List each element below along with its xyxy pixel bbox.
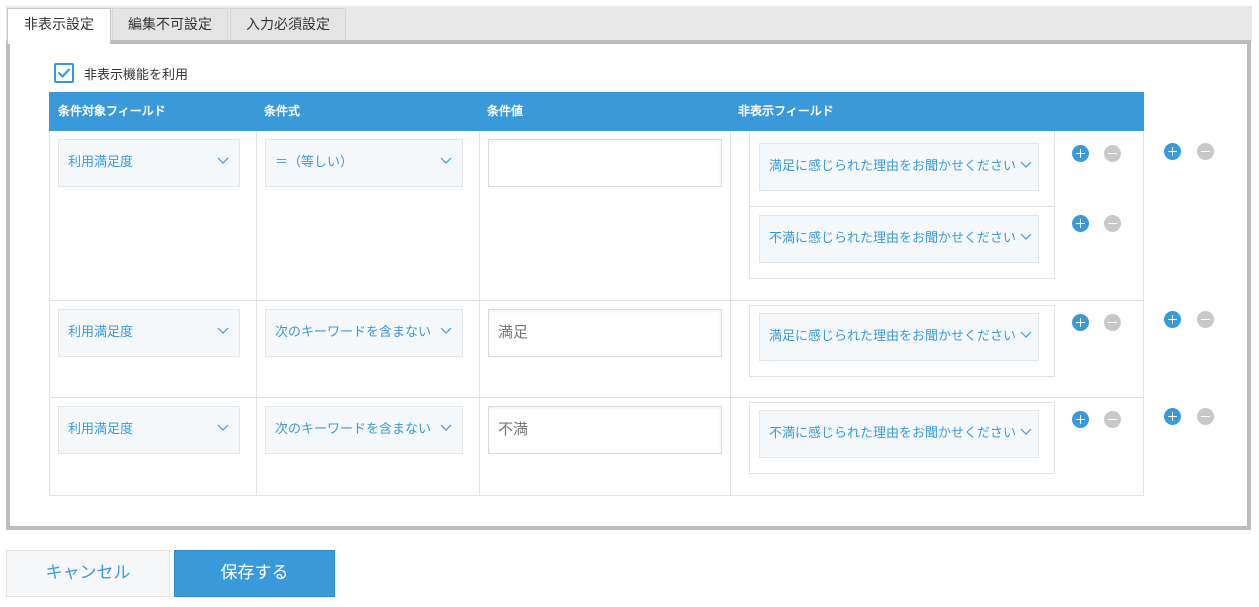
- settings-panel: 非表示機能を利用 条件対象フィールド 条件式 条件値 非表示フィールド 利用満足…: [6, 40, 1251, 530]
- cancel-button[interactable]: キャンセル: [6, 550, 170, 597]
- hidden-field-select[interactable]: 満足に感じられた理由をお聞かせください: [759, 313, 1039, 361]
- chevron-down-icon: [1020, 161, 1032, 168]
- add-condition-row-button[interactable]: [1164, 143, 1181, 160]
- use-hidden-feature-checkbox[interactable]: [54, 63, 74, 83]
- tab-bar: 非表示設定 編集不可設定 入力必須設定: [6, 6, 1252, 44]
- add-hidden-field-button[interactable]: [1072, 145, 1089, 162]
- tab-readonly-settings[interactable]: 編集不可設定: [112, 8, 228, 42]
- hidden-field-select[interactable]: 不満に感じられた理由をお聞かせください: [759, 215, 1039, 263]
- condition-value-input[interactable]: 不満: [488, 406, 722, 454]
- chevron-down-icon: [440, 424, 452, 431]
- hidden-fields-list: 満足に感じられた理由をお聞かせください: [749, 305, 1055, 377]
- hidden-field-value: 満足に感じられた理由をお聞かせください: [769, 159, 1017, 174]
- operator-value: 次のキーワードを含まない: [275, 422, 432, 437]
- hidden-field-select[interactable]: 満足に感じられた理由をお聞かせください: [759, 143, 1039, 191]
- remove-condition-row-button[interactable]: [1197, 311, 1214, 328]
- chevron-down-icon: [1020, 331, 1032, 338]
- condition-value-input[interactable]: 満足: [488, 309, 722, 357]
- remove-hidden-field-button[interactable]: [1104, 314, 1121, 331]
- chevron-down-icon: [217, 327, 229, 334]
- remove-hidden-field-button[interactable]: [1104, 215, 1121, 232]
- tab-hidden-settings[interactable]: 非表示設定: [7, 8, 111, 44]
- header-hidden-fields: 非表示フィールド: [738, 104, 834, 118]
- target-field-select[interactable]: 利用満足度: [58, 139, 240, 187]
- chevron-down-icon: [440, 157, 452, 164]
- add-condition-row-button[interactable]: [1164, 408, 1181, 425]
- chevron-down-icon: [440, 327, 452, 334]
- operator-value: ＝（等しい）: [275, 155, 354, 170]
- chevron-down-icon: [217, 157, 229, 164]
- table-header: 条件対象フィールド 条件式 条件値 非表示フィールド: [49, 92, 1144, 131]
- operator-value: 次のキーワードを含まない: [275, 325, 432, 340]
- add-hidden-field-button[interactable]: [1072, 411, 1089, 428]
- target-field-value: 利用満足度: [68, 325, 134, 340]
- header-value: 条件値: [487, 104, 524, 118]
- hidden-field-value: 不満に感じられた理由をお聞かせください: [769, 426, 1017, 441]
- chevron-down-icon: [217, 424, 229, 431]
- target-field-value: 利用満足度: [68, 155, 134, 170]
- add-hidden-field-button[interactable]: [1072, 215, 1089, 232]
- operator-select[interactable]: 次のキーワードを含まない: [265, 406, 463, 454]
- check-icon: [57, 68, 71, 78]
- hidden-field-value: 不満に感じられた理由をお聞かせください: [769, 231, 1017, 246]
- hidden-field-value: 満足に感じられた理由をお聞かせください: [769, 329, 1017, 344]
- remove-hidden-field-button[interactable]: [1104, 411, 1121, 428]
- table-row: 利用満足度 ＝（等しい） 満足に感じられた理由をお聞かせください 不満に感じられ…: [49, 131, 1144, 301]
- hidden-field-select[interactable]: 不満に感じられた理由をお聞かせください: [759, 410, 1039, 458]
- operator-select[interactable]: ＝（等しい）: [265, 139, 463, 187]
- remove-hidden-field-button[interactable]: [1104, 145, 1121, 162]
- add-condition-row-button[interactable]: [1164, 311, 1181, 328]
- target-field-select[interactable]: 利用満足度: [58, 309, 240, 357]
- hidden-fields-list: 満足に感じられた理由をお聞かせください 不満に感じられた理由をお聞かせください: [749, 131, 1055, 279]
- chevron-down-icon: [1020, 233, 1032, 240]
- condition-value-input[interactable]: [488, 139, 722, 187]
- table-row: 利用満足度 次のキーワードを含まない 不満 不満に感じられた理由をお聞かせくださ…: [49, 398, 1144, 496]
- save-button[interactable]: 保存する: [174, 550, 335, 597]
- use-hidden-feature-label: 非表示機能を利用: [84, 67, 189, 83]
- use-hidden-feature-row: 非表示機能を利用: [54, 62, 188, 84]
- header-target-field: 条件対象フィールド: [58, 104, 166, 118]
- target-field-value: 利用満足度: [68, 422, 134, 437]
- remove-condition-row-button[interactable]: [1197, 408, 1214, 425]
- add-hidden-field-button[interactable]: [1072, 314, 1089, 331]
- tab-required-settings[interactable]: 入力必須設定: [230, 8, 346, 42]
- operator-select[interactable]: 次のキーワードを含まない: [265, 309, 463, 357]
- target-field-select[interactable]: 利用満足度: [58, 406, 240, 454]
- table-row: 利用満足度 次のキーワードを含まない 満足 満足に感じられた理由をお聞かせくださ…: [49, 301, 1144, 398]
- header-operator: 条件式: [264, 104, 301, 118]
- hidden-fields-list: 不満に感じられた理由をお聞かせください: [749, 402, 1055, 474]
- remove-condition-row-button[interactable]: [1197, 143, 1214, 160]
- conditions-table: 条件対象フィールド 条件式 条件値 非表示フィールド 利用満足度 ＝（等しい） …: [49, 92, 1144, 496]
- chevron-down-icon: [1020, 428, 1032, 435]
